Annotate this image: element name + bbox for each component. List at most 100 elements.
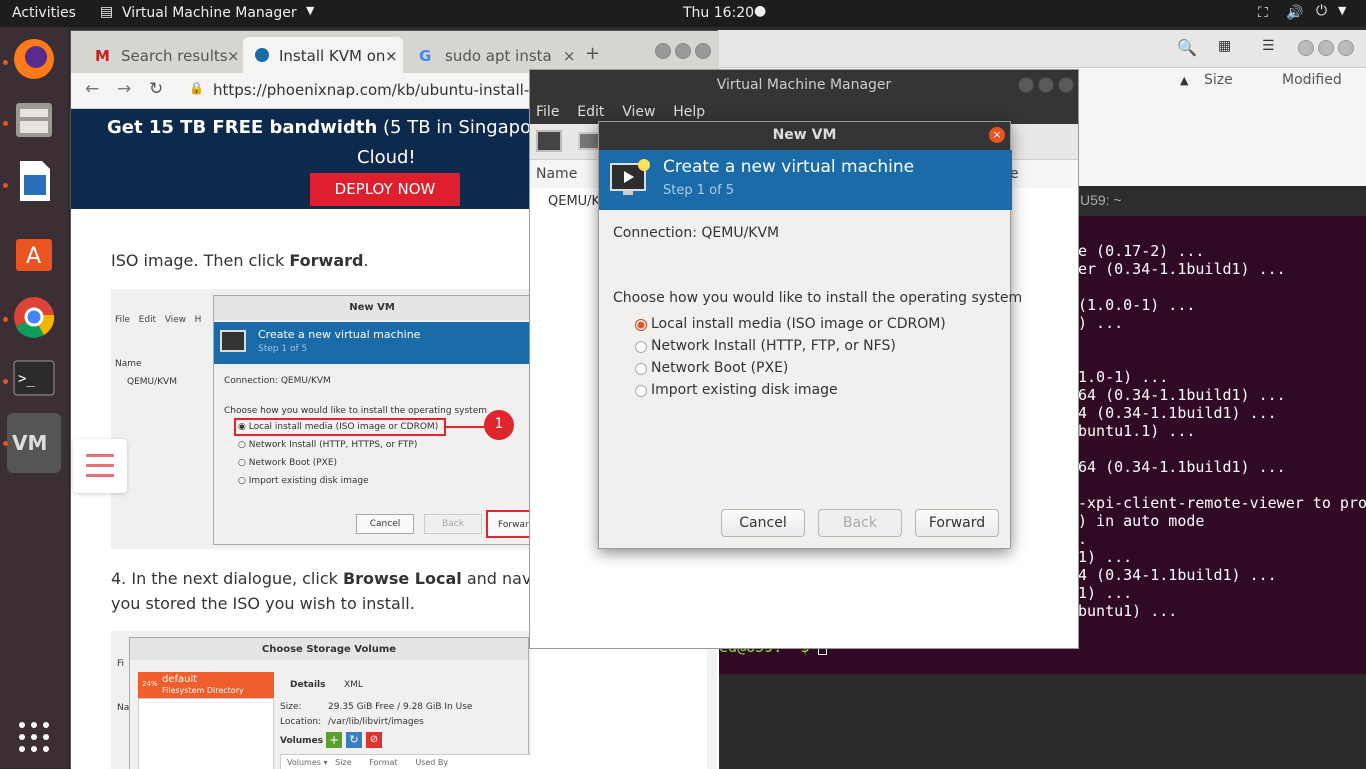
article-screenshot-1: File Edit View H Name QEMU/KVM New VM Cr… <box>111 289 531 549</box>
tab-strip: M Search results × Install KVM on × G su… <box>71 31 719 73</box>
terminal-line: 4 (0.34-1.1build1) ... <box>1078 566 1277 584</box>
files-icon[interactable] <box>10 95 58 143</box>
close-tab-icon[interactable]: × <box>385 47 398 65</box>
vm-monitor-icon <box>220 330 246 352</box>
article-screenshot-2: Fi Na Choose Storage Volume 24% default … <box>111 631 531 769</box>
minimize-icon[interactable] <box>1018 77 1034 93</box>
refresh-icon: ↻ <box>346 732 362 748</box>
app-menu[interactable]: Virtual Machine Manager <box>122 5 297 21</box>
chrome-icon[interactable] <box>10 293 58 341</box>
radio-icon[interactable] <box>635 385 647 397</box>
arrow <box>446 426 486 428</box>
step-badge: 1 <box>484 410 514 440</box>
chevron-down-icon: ▼ <box>306 4 315 17</box>
banner-text: Get 15 TB FREE bandwidth (5 TB in Singap… <box>107 117 577 138</box>
notification-dot-icon: ● <box>754 3 767 19</box>
cancel-button[interactable]: Cancel <box>721 509 805 537</box>
close-icon[interactable] <box>695 43 711 59</box>
paragraph-1: ISO image. Then click Forward. <box>111 251 369 270</box>
url-field[interactable]: https://phoenixnap.com/kb/ubuntu-install… <box>213 81 561 99</box>
maximize-icon[interactable] <box>675 43 691 59</box>
terminal-line: 1.0-1) ... <box>1078 368 1169 386</box>
radio-icon[interactable] <box>635 363 647 375</box>
menu-icon[interactable]: ☰ <box>1262 38 1275 54</box>
libreoffice-writer-icon[interactable] <box>10 157 58 205</box>
chevron-down-icon: ▼ <box>1338 4 1347 17</box>
sort-up-icon[interactable]: ▲ <box>1180 74 1188 87</box>
mini-dialog-title: New VM <box>214 296 530 320</box>
show-applications-icon[interactable] <box>10 713 58 761</box>
minimize-icon[interactable] <box>1298 40 1314 56</box>
terminal-line: . <box>1078 530 1088 548</box>
tab-install-kvm[interactable]: Install KVM on × <box>243 37 403 73</box>
menu-edit[interactable]: Edit <box>577 104 604 120</box>
connection-label: Connection: QEMU/KVM <box>613 225 780 241</box>
open-icon[interactable] <box>578 132 600 150</box>
back-button[interactable]: Back <box>818 509 902 537</box>
clock[interactable]: Thu 16:20 <box>683 5 754 21</box>
mini-name-col: Name <box>115 359 142 369</box>
mini-back: Back <box>424 514 482 534</box>
menu-help[interactable]: Help <box>673 104 705 120</box>
forward-button[interactable]: Forward <box>915 509 999 537</box>
menu-view[interactable]: View <box>622 104 655 120</box>
vm-monitor-icon <box>610 159 650 195</box>
maximize-icon[interactable] <box>1038 77 1054 93</box>
forward-icon[interactable]: → <box>117 79 131 99</box>
floating-menu-button[interactable] <box>73 439 127 493</box>
mini-storage-dialog: Choose Storage Volume 24% default Filesy… <box>129 637 531 769</box>
deploy-now-button[interactable]: DEPLOY NOW <box>310 173 460 206</box>
gmail-icon: M <box>95 47 110 65</box>
power-icon[interactable]: ⏻ <box>1316 3 1327 19</box>
radio-icon[interactable] <box>635 319 647 331</box>
mini-cancel: Cancel <box>356 514 414 534</box>
tab-search-results[interactable]: M Search results × <box>77 37 237 73</box>
top-bar: Activities ▤ Virtual Machine Manager ▼ T… <box>0 0 1366 27</box>
ubuntu-software-icon[interactable]: A <box>10 227 58 275</box>
banner-text-line2: Cloud! <box>357 147 416 168</box>
volume-icon[interactable]: 🔊 <box>1286 5 1303 21</box>
mini-item: QEMU/KVM <box>127 377 177 387</box>
column-modified[interactable]: Modified <box>1282 72 1342 88</box>
virt-manager-icon[interactable]: VM <box>7 413 61 473</box>
mini-option-2: ○ Network Install (HTTP, HTTPS, or FTP) <box>238 440 418 450</box>
terminal-line: 1) ... <box>1078 584 1133 602</box>
network-icon[interactable]: ⛶ <box>1258 5 1268 21</box>
svg-text:VM: VM <box>12 431 47 455</box>
terminal-line: (1.0.0-1) ... <box>1078 296 1196 314</box>
radio-icon[interactable] <box>635 341 647 353</box>
google-icon: G <box>419 47 432 65</box>
menu-file[interactable]: File <box>536 104 559 120</box>
close-tab-icon[interactable]: × <box>227 47 237 65</box>
back-icon[interactable]: ← <box>85 79 99 99</box>
step-indicator: Step 1 of 5 <box>663 183 735 198</box>
maximize-icon[interactable] <box>1318 40 1334 56</box>
terminal-line: ) ... <box>1078 314 1124 332</box>
terminal-line: e (0.17-2) ... <box>1078 242 1205 260</box>
close-icon[interactable] <box>1338 40 1354 56</box>
new-vm-icon[interactable] <box>536 130 562 152</box>
firefox-icon[interactable] <box>10 35 58 83</box>
dock: A >_ VM <box>0 27 68 768</box>
reload-icon[interactable]: ↻ <box>149 79 163 99</box>
grid-view-icon[interactable]: ▦ <box>1218 38 1231 54</box>
new-tab-icon[interactable]: + <box>585 43 600 64</box>
column-size[interactable]: Size <box>1204 72 1233 88</box>
tab-sudo-apt[interactable]: G sudo apt insta × <box>407 37 577 73</box>
search-icon[interactable]: 🔍 <box>1177 38 1197 57</box>
terminal-line: 64 (0.34-1.1build1) ... <box>1078 458 1286 476</box>
activities-button[interactable]: Activities <box>12 5 76 21</box>
dialog-title: New VM <box>599 122 1010 150</box>
terminal-icon[interactable]: >_ <box>10 355 58 403</box>
close-icon[interactable]: × <box>989 127 1005 143</box>
close-tab-icon[interactable]: × <box>563 47 576 65</box>
minimize-icon[interactable] <box>655 43 671 59</box>
terminal-line: 1) ... <box>1078 548 1133 566</box>
close-icon[interactable] <box>1058 77 1074 93</box>
new-vm-dialog: New VM × Create a new virtual machine St… <box>598 121 1022 549</box>
column-name[interactable]: Name <box>536 166 577 182</box>
install-method-prompt: Choose how you would like to install the… <box>613 290 1023 306</box>
